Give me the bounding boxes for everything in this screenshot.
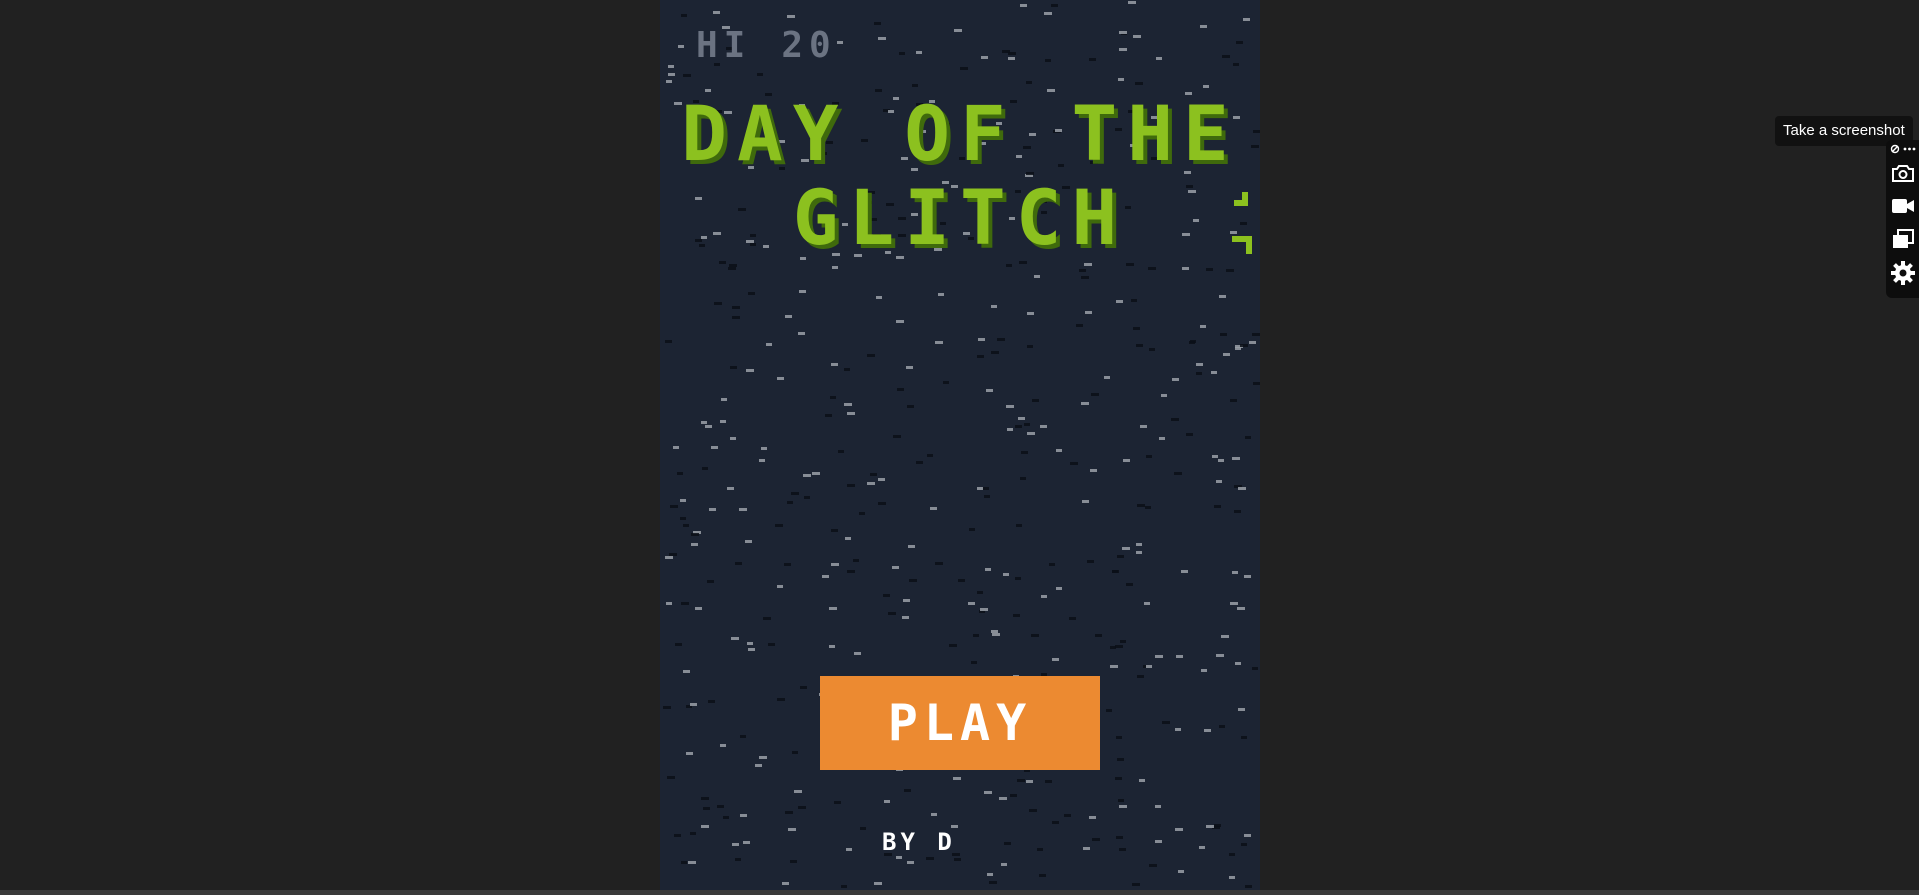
game-title: DAY OF THE GLITCH xyxy=(660,92,1260,260)
high-score-value: 20 xyxy=(781,25,837,66)
glitch-corner-top xyxy=(1234,192,1248,206)
game-title-line-2: GLITCH xyxy=(792,173,1128,262)
camera-icon xyxy=(1892,165,1914,182)
bottom-divider xyxy=(0,890,1919,895)
game-title-line-1: DAY OF THE xyxy=(681,89,1239,178)
glitch-corner-marks xyxy=(1232,192,1252,254)
page: HI 20 DAY OF THE GLITCH PLAY BY D Take a… xyxy=(0,0,1919,895)
copy-icon xyxy=(1893,229,1914,248)
gear-icon xyxy=(1891,261,1915,285)
more-icon[interactable] xyxy=(1903,147,1916,151)
glitch-corner-bottom xyxy=(1232,236,1252,254)
high-score: HI 20 xyxy=(696,24,837,68)
record-video-button[interactable] xyxy=(1888,191,1918,221)
high-score-label: HI xyxy=(696,25,752,66)
play-button[interactable]: PLAY xyxy=(820,676,1100,770)
link-icon[interactable] xyxy=(1890,144,1900,154)
capture-toolbar xyxy=(1886,140,1919,298)
toolbar-header xyxy=(1890,143,1918,155)
copy-button[interactable] xyxy=(1888,224,1918,254)
game-canvas[interactable]: HI 20 DAY OF THE GLITCH PLAY BY D xyxy=(660,0,1260,890)
camera-button[interactable] xyxy=(1888,158,1918,188)
video-icon xyxy=(1892,199,1914,213)
settings-button[interactable] xyxy=(1888,258,1918,288)
author-credit: BY D xyxy=(882,828,956,856)
